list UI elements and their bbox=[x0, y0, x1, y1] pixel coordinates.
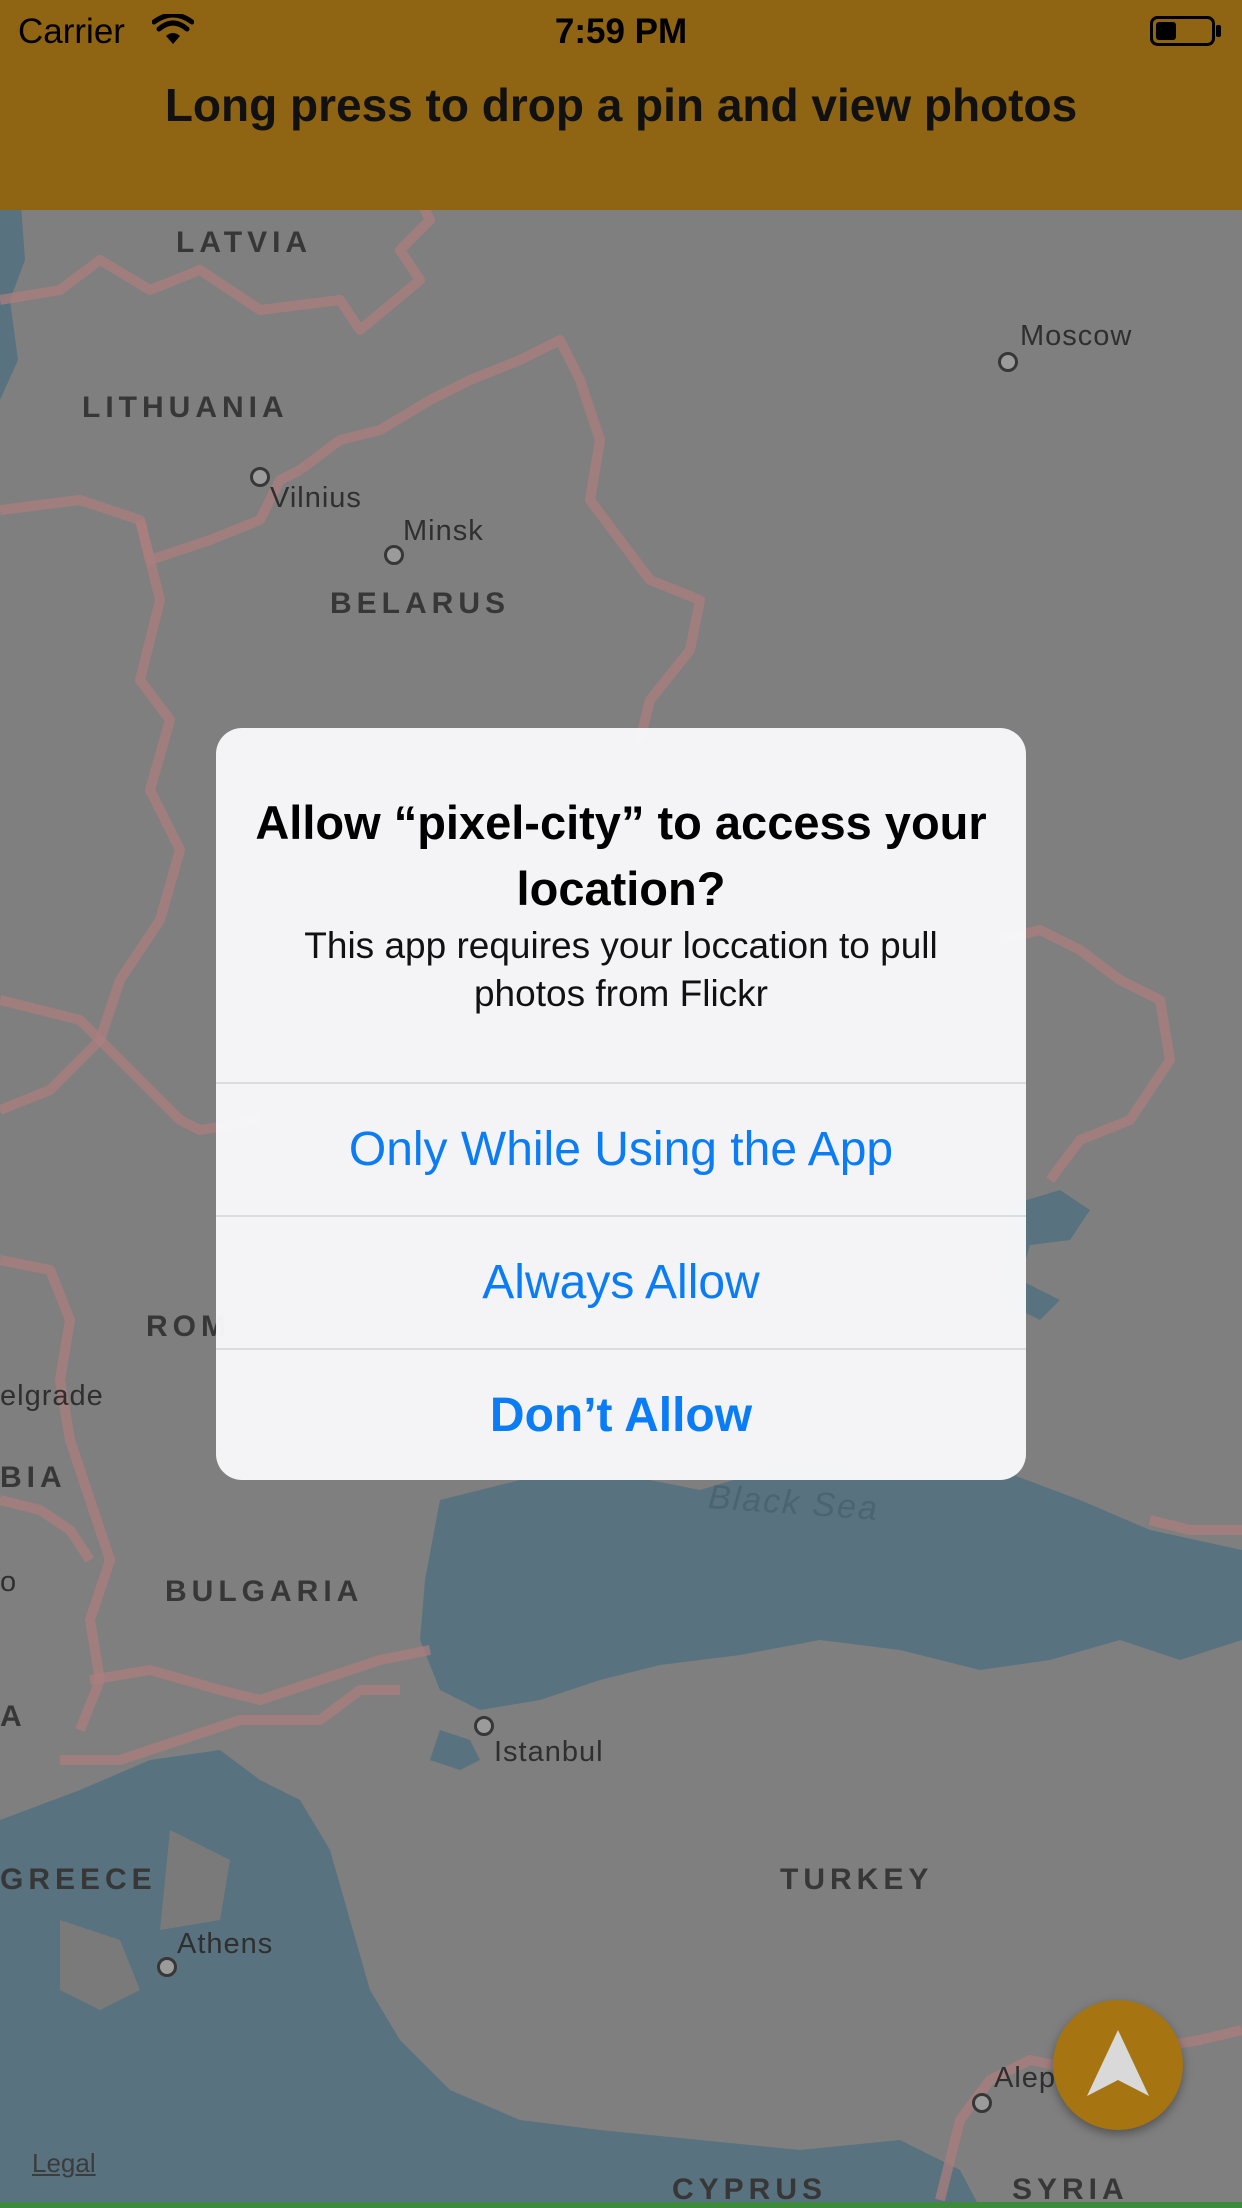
only-while-using-button[interactable]: Only While Using the App bbox=[216, 1082, 1026, 1216]
app-header: Carrier 7:59 PM Long press to drop a pin… bbox=[0, 0, 1242, 210]
bottom-edge bbox=[0, 2202, 1242, 2208]
status-time: 7:59 PM bbox=[554, 12, 688, 51]
status-bar: Carrier 7:59 PM bbox=[0, 0, 1242, 62]
dont-allow-button[interactable]: Don’t Allow bbox=[216, 1348, 1026, 1480]
always-allow-button[interactable]: Always Allow bbox=[216, 1215, 1026, 1349]
alert-message: This app requires your loccation to pull… bbox=[304, 925, 938, 1014]
header-title: Long press to drop a pin and view photos bbox=[164, 79, 1078, 131]
alert-title: Allow “pixel-city” to access your locati… bbox=[255, 796, 987, 915]
navigation-arrow-icon bbox=[1087, 2030, 1149, 2096]
location-permission-alert: Allow “pixel-city” to access your locati… bbox=[216, 728, 1026, 1480]
center-location-button[interactable] bbox=[1053, 2000, 1183, 2130]
battery-icon bbox=[1150, 16, 1222, 46]
